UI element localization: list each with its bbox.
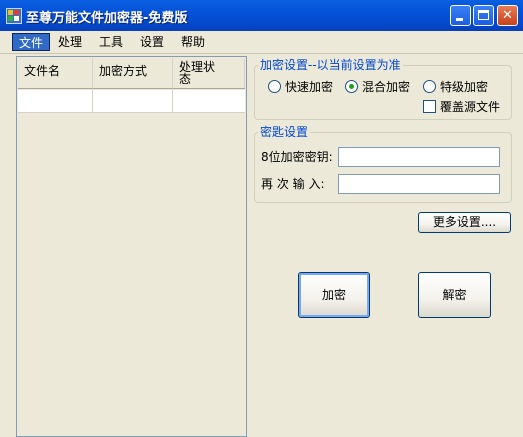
app-icon[interactable] xyxy=(6,8,22,24)
maximize-icon xyxy=(474,6,493,25)
radio-premium-encrypt[interactable]: 特级加密 xyxy=(423,79,488,95)
confirm-key-label: 再 次 输 入: xyxy=(261,177,325,191)
title-bar[interactable]: 至尊万能文件加密器-免费版 ✕ xyxy=(0,0,523,31)
menu-process[interactable]: 处理 xyxy=(52,33,88,51)
key-settings-title: 密匙设置 xyxy=(258,125,311,139)
overwrite-source-checkbox[interactable]: 覆盖源文件 xyxy=(423,99,500,115)
key-input[interactable] xyxy=(338,147,500,167)
radio-mixed-encrypt[interactable]: 混合加密 xyxy=(345,79,410,95)
menu-bar: 文件 处理 工具 设置 帮助 xyxy=(0,31,523,54)
list-item[interactable] xyxy=(18,90,245,113)
column-status[interactable]: 处理状 态 xyxy=(173,58,245,88)
encrypt-settings-title: 加密设置--以当前设置为准 xyxy=(258,58,403,72)
checkbox-icon xyxy=(423,100,436,113)
column-encrypt-method[interactable]: 加密方式 xyxy=(93,58,173,88)
menu-tools[interactable]: 工具 xyxy=(93,33,129,51)
radio-icon xyxy=(423,80,436,93)
decrypt-button[interactable]: 解密 xyxy=(418,272,491,318)
overwrite-source-label: 覆盖源文件 xyxy=(440,100,501,114)
menu-file[interactable]: 文件 xyxy=(12,33,51,51)
window-title: 至尊万能文件加密器-免费版 xyxy=(26,11,188,26)
menu-help[interactable]: 帮助 xyxy=(175,33,211,51)
encrypt-button[interactable]: 加密 xyxy=(298,272,370,318)
close-icon: ✕ xyxy=(502,8,513,23)
minimize-icon xyxy=(451,6,470,25)
cell-status xyxy=(173,90,245,112)
column-filename[interactable]: 文件名 xyxy=(18,58,93,88)
cell-filename xyxy=(18,90,93,112)
file-list[interactable]: 文件名 加密方式 处理状 态 xyxy=(16,56,247,437)
minimize-button[interactable] xyxy=(450,5,471,26)
radio-selected-icon xyxy=(345,80,358,93)
cell-encrypt-method xyxy=(93,90,173,112)
radio-icon xyxy=(268,80,281,93)
key-label: 8位加密密钥: xyxy=(261,150,333,164)
more-settings-button[interactable]: 更多设置.... xyxy=(418,212,511,233)
confirm-key-input[interactable] xyxy=(338,174,500,194)
close-button[interactable]: ✕ xyxy=(497,5,518,26)
radio-fast-encrypt[interactable]: 快速加密 xyxy=(268,79,333,95)
file-list-header: 文件名 加密方式 处理状 态 xyxy=(18,58,245,89)
menu-settings[interactable]: 设置 xyxy=(134,33,170,51)
maximize-button[interactable] xyxy=(473,5,494,26)
radio-fast-label: 快速加密 xyxy=(285,80,334,94)
radio-mixed-label: 混合加密 xyxy=(362,80,411,94)
radio-premium-label: 特级加密 xyxy=(440,80,489,94)
